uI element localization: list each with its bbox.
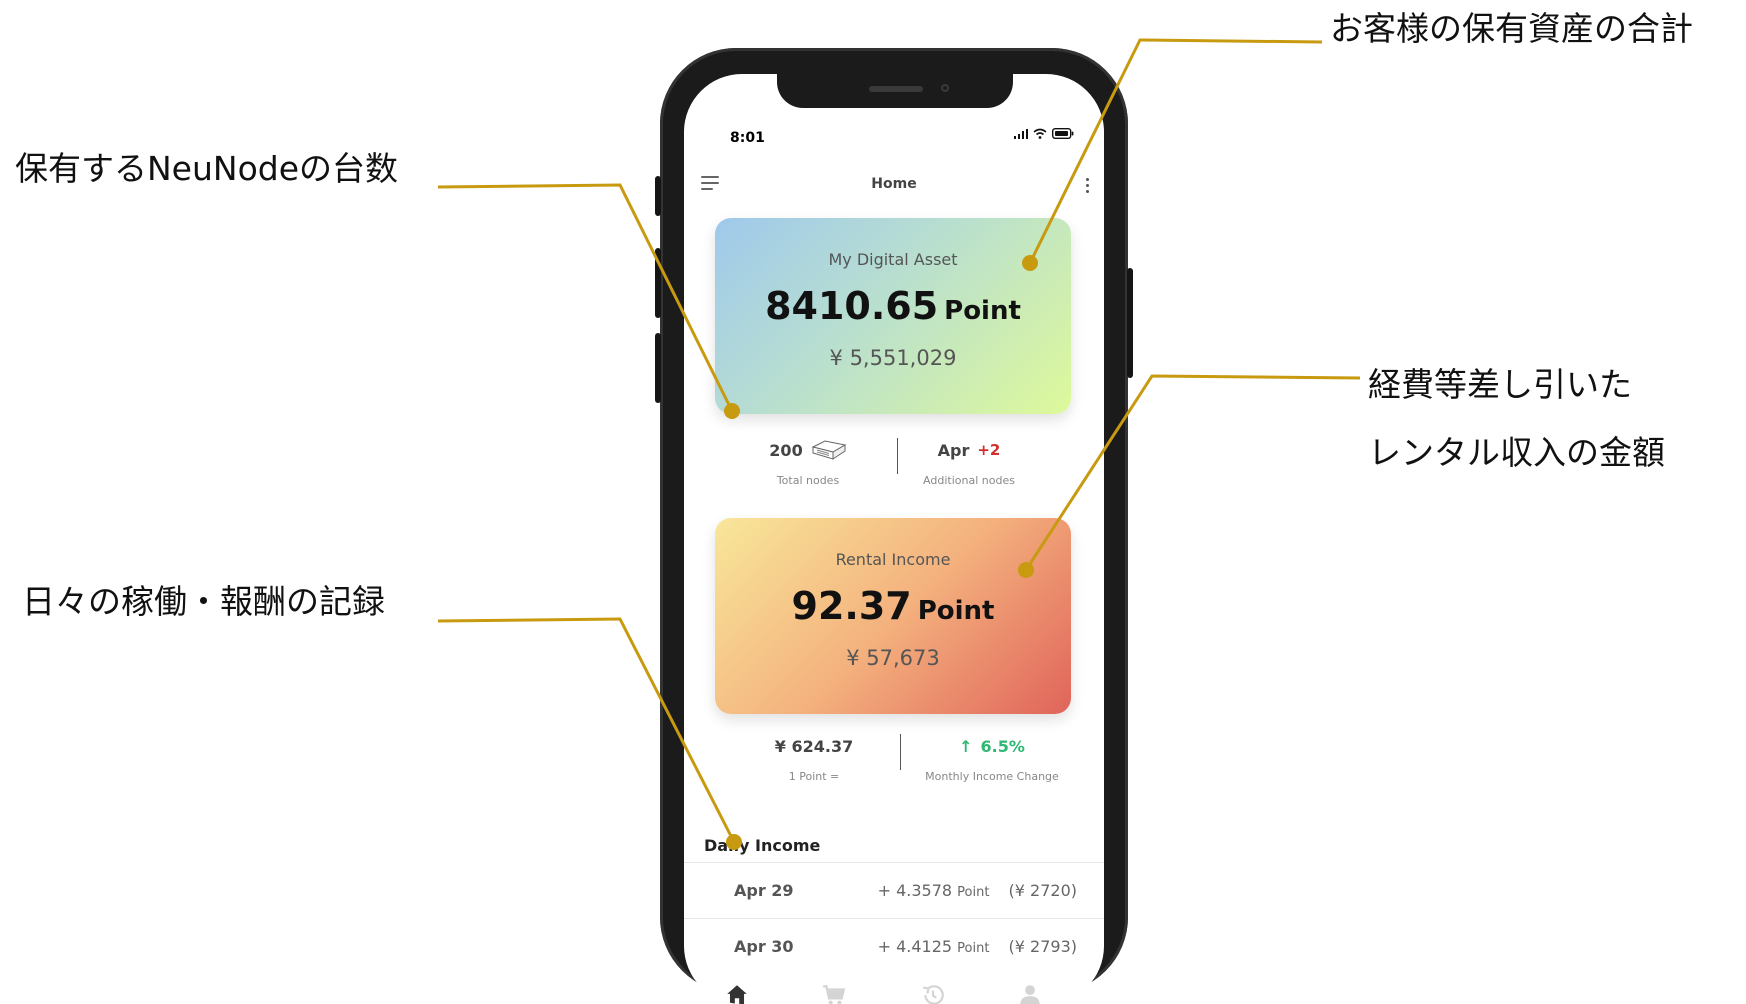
row-points: + 4.3578 bbox=[877, 881, 953, 900]
additional-month: Apr bbox=[937, 440, 970, 460]
rate-stats: ¥ 624.37 1 Point = ↑ 6.5% Monthly Income… bbox=[684, 734, 1104, 804]
asset-label: My Digital Asset bbox=[828, 250, 958, 269]
status-time: 8:01 bbox=[730, 130, 765, 146]
node-device-icon bbox=[811, 440, 847, 460]
additional-nodes-label: Additional nodes bbox=[923, 474, 1015, 487]
asset-value-line: 8410.65 Point bbox=[715, 284, 1071, 328]
row-amount: + 4.4125 Point (¥ 2793) bbox=[878, 937, 1077, 956]
power-button bbox=[1127, 268, 1133, 378]
daily-income-row[interactable]: Apr 29 + 4.3578 Point (¥ 2720) bbox=[684, 862, 1104, 919]
callout-total-assets: お客様の保有資産の合計 bbox=[1330, 9, 1693, 48]
rental-value-line: 92.37 Point bbox=[715, 584, 1071, 628]
notch bbox=[777, 74, 1013, 108]
total-nodes-label: Total nodes bbox=[776, 474, 840, 487]
cart-icon[interactable] bbox=[821, 982, 847, 1004]
rental-unit: Point bbox=[917, 596, 995, 626]
row-date: Apr 30 bbox=[734, 937, 794, 956]
additional-count: +2 bbox=[977, 441, 1001, 459]
wifi-icon bbox=[1033, 128, 1047, 139]
battery-icon bbox=[1052, 128, 1074, 139]
additional-nodes-stat: Apr +2 Additional nodes bbox=[904, 438, 1034, 488]
rental-income-card[interactable]: Rental Income 92.37 Point ¥ 57,673 bbox=[715, 518, 1071, 714]
signal-icon bbox=[1014, 129, 1028, 139]
volume-down-button bbox=[655, 333, 661, 403]
app-bar: Home bbox=[684, 168, 1104, 200]
phone-frame: 8:01 Home My Digital Asset 8410.65 Point… bbox=[655, 48, 1133, 1004]
callout-rental-income-line2: レンタル収入の金額 bbox=[1368, 433, 1665, 472]
asset-unit: Point bbox=[944, 296, 1021, 326]
status-icons bbox=[1014, 128, 1074, 139]
point-rate-value: ¥ 624.37 bbox=[774, 736, 854, 756]
callout-rental-income-line1: 経費等差し引いた bbox=[1368, 365, 1632, 404]
row-yen: (¥ 2793) bbox=[1008, 937, 1077, 956]
home-icon[interactable] bbox=[724, 982, 750, 1004]
more-options-icon[interactable] bbox=[1086, 178, 1090, 196]
row-unit: Point bbox=[957, 885, 990, 900]
row-yen: (¥ 2720) bbox=[1008, 881, 1077, 900]
volume-up-button bbox=[655, 248, 661, 318]
rental-yen: ¥ 57,673 bbox=[846, 646, 940, 670]
stats-divider bbox=[897, 438, 898, 474]
row-points: + 4.4125 bbox=[877, 937, 953, 956]
arrow-up-icon: ↑ bbox=[959, 736, 973, 756]
rental-value: 92.37 bbox=[791, 584, 912, 628]
daily-income-title: Daily Income bbox=[704, 836, 821, 855]
monthly-change-stat: ↑ 6.5% Monthly Income Change bbox=[910, 734, 1074, 784]
daily-income-row[interactable]: Apr 30 + 4.4125 Point (¥ 2793) bbox=[684, 918, 1104, 975]
monthly-change-label: Monthly Income Change bbox=[925, 770, 1059, 783]
phone-screen: 8:01 Home My Digital Asset 8410.65 Point… bbox=[684, 74, 1104, 1004]
camera-icon bbox=[941, 84, 949, 92]
rental-label: Rental Income bbox=[835, 550, 951, 569]
row-unit: Point bbox=[957, 941, 990, 956]
rate-divider bbox=[900, 734, 901, 770]
speaker-grille bbox=[869, 86, 923, 92]
callout-daily-record: 日々の稼働・報酬の記録 bbox=[22, 582, 385, 621]
mute-switch bbox=[655, 176, 661, 216]
bottom-tab-bar bbox=[684, 982, 1104, 1004]
row-date: Apr 29 bbox=[734, 881, 794, 900]
total-nodes-value: 200 bbox=[769, 440, 803, 460]
total-nodes-stat: 200 Total nodes bbox=[758, 438, 858, 487]
asset-yen: ¥ 5,551,029 bbox=[829, 346, 957, 370]
row-amount: + 4.3578 Point (¥ 2720) bbox=[878, 881, 1077, 900]
history-icon[interactable] bbox=[920, 982, 946, 1004]
callout-node-count: 保有するNeuNodeの台数 bbox=[15, 149, 399, 188]
asset-value: 8410.65 bbox=[765, 284, 939, 328]
node-stats: 200 Total nodes Apr +2 Additional nodes bbox=[684, 438, 1104, 508]
point-rate-label: 1 Point = bbox=[788, 770, 840, 783]
digital-asset-card[interactable]: My Digital Asset 8410.65 Point ¥ 5,551,02… bbox=[715, 218, 1071, 414]
monthly-change-value: 6.5% bbox=[980, 736, 1025, 756]
page-title: Home bbox=[871, 176, 917, 192]
profile-icon[interactable] bbox=[1017, 982, 1043, 1004]
point-rate-stat: ¥ 624.37 1 Point = bbox=[754, 734, 874, 784]
